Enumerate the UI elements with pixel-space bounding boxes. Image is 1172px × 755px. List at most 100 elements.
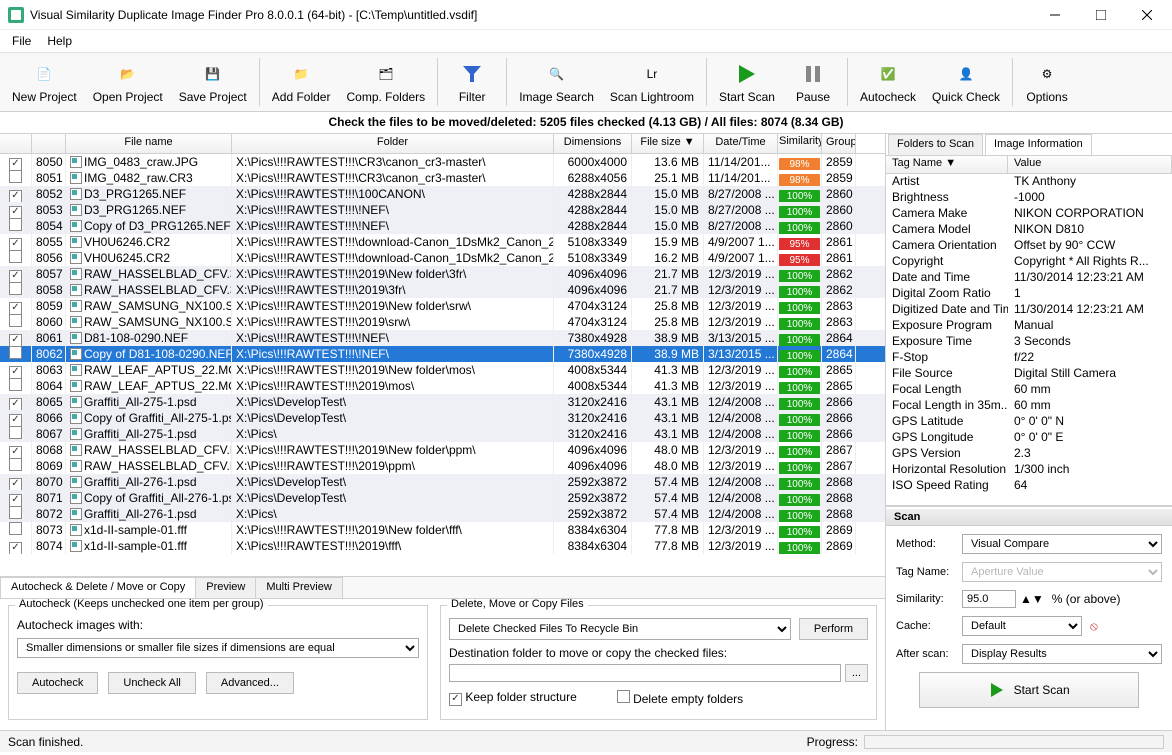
col-header[interactable]: Group: [822, 134, 856, 153]
property-row[interactable]: Date and Time11/30/2014 12:23:21 AM: [886, 270, 1172, 286]
property-row[interactable]: GPS Latitude0° 0' 0" N: [886, 414, 1172, 430]
toolbar-autocheck[interactable]: ✅Autocheck: [852, 54, 924, 110]
table-row[interactable]: ✓8068RAW_HASSELBLAD_CFV.PPMX:\Pics\!!!RA…: [0, 442, 885, 458]
perform-button[interactable]: Perform: [799, 618, 868, 640]
row-checkbox[interactable]: ✓: [9, 398, 22, 410]
grid-body[interactable]: ✓8050IMG_0483_craw.JPGX:\Pics\!!!RAWTEST…: [0, 154, 885, 577]
minimize-button[interactable]: [1032, 0, 1078, 30]
menu-file[interactable]: File: [4, 32, 39, 50]
dest-folder-input[interactable]: [449, 664, 841, 682]
property-row[interactable]: GPS Version2.3: [886, 446, 1172, 462]
scan-cache-select[interactable]: Default: [962, 616, 1082, 636]
table-row[interactable]: ✓8053D3_PRG1265.NEFX:\Pics\!!!RAWTEST!!!…: [0, 202, 885, 218]
table-row[interactable]: ✓8071Copy of Graffiti_All-276-1.psdX:\Pi…: [0, 490, 885, 506]
col-header[interactable]: File size ▼: [632, 134, 704, 153]
scan-similarity-input[interactable]: [962, 590, 1016, 608]
uncheck-all-button[interactable]: Uncheck All: [108, 672, 195, 694]
table-row[interactable]: ✓8057RAW_HASSELBLAD_CFV.3FRX:\Pics\!!!RA…: [0, 266, 885, 282]
table-row[interactable]: 8051IMG_0482_raw.CR3X:\Pics\!!!RAWTEST!!…: [0, 170, 885, 186]
table-row[interactable]: 8060RAW_SAMSUNG_NX100.SRWX:\Pics\!!!RAWT…: [0, 314, 885, 330]
table-row[interactable]: 8067Graffiti_All-275-1.psdX:\Pics\3120x2…: [0, 426, 885, 442]
autocheck-mode-select[interactable]: Smaller dimensions or smaller file sizes…: [17, 638, 419, 658]
table-row[interactable]: ✓8074x1d-II-sample-01.fffX:\Pics\!!!RAWT…: [0, 538, 885, 554]
row-checkbox[interactable]: [9, 218, 22, 231]
toolbar-pause[interactable]: Pause: [783, 54, 843, 110]
menu-help[interactable]: Help: [39, 32, 80, 50]
toolbar-scan-lightroom[interactable]: LrScan Lightroom: [602, 54, 702, 110]
property-row[interactable]: Exposure Time3 Seconds: [886, 334, 1172, 350]
row-checkbox[interactable]: [9, 458, 22, 471]
bottom-tab[interactable]: Autocheck & Delete / Move or Copy: [0, 577, 196, 598]
property-row[interactable]: Camera OrientationOffset by 90° CCW: [886, 238, 1172, 254]
col-header[interactable]: Folder: [232, 134, 554, 153]
table-row[interactable]: ✓8066Copy of Graffiti_All-275-1.psdX:\Pi…: [0, 410, 885, 426]
property-row[interactable]: Exposure ProgramManual: [886, 318, 1172, 334]
autocheck-button[interactable]: Autocheck: [17, 672, 98, 694]
row-checkbox[interactable]: [9, 522, 22, 535]
property-row[interactable]: Focal Length in 35m...60 mm: [886, 398, 1172, 414]
row-checkbox[interactable]: [9, 282, 22, 295]
table-row[interactable]: ✓8065Graffiti_All-275-1.psdX:\Pics\Devel…: [0, 394, 885, 410]
toolbar-open-project[interactable]: 📂Open Project: [85, 54, 171, 110]
keep-structure-checkbox[interactable]: ✓ Keep folder structure: [449, 690, 577, 706]
browse-folder-button[interactable]: ...: [845, 664, 868, 682]
row-checkbox[interactable]: ✓: [9, 302, 22, 314]
col-header[interactable]: [32, 134, 66, 153]
right-tab[interactable]: Folders to Scan: [888, 134, 983, 155]
row-checkbox[interactable]: ✓: [9, 158, 22, 170]
toolbar-add-folder[interactable]: 📁Add Folder: [264, 54, 339, 110]
property-row[interactable]: Brightness-1000: [886, 190, 1172, 206]
toolbar-filter[interactable]: Filter: [442, 54, 502, 110]
row-checkbox[interactable]: ✓: [9, 334, 22, 346]
property-row[interactable]: ISO Speed Rating64: [886, 478, 1172, 494]
table-row[interactable]: 8056VH0U6245.CR2X:\Pics\!!!RAWTEST!!!\do…: [0, 250, 885, 266]
row-checkbox[interactable]: [9, 346, 22, 359]
row-checkbox[interactable]: ✓: [9, 366, 22, 378]
table-row[interactable]: 8062Copy of D81-108-0290.NEFX:\Pics\!!!R…: [0, 346, 885, 362]
col-header[interactable]: Similarity: [778, 134, 822, 153]
toolbar-quick-check[interactable]: 👤Quick Check: [924, 54, 1008, 110]
property-row[interactable]: GPS Longitude0° 0' 0" E: [886, 430, 1172, 446]
bottom-tab[interactable]: Multi Preview: [255, 577, 342, 598]
col-header[interactable]: File name: [66, 134, 232, 153]
property-row[interactable]: Digital Zoom Ratio1: [886, 286, 1172, 302]
property-row[interactable]: CopyrightCopyright * All Rights R...: [886, 254, 1172, 270]
maximize-button[interactable]: [1078, 0, 1124, 30]
table-row[interactable]: ✓8063RAW_LEAF_APTUS_22.MOSX:\Pics\!!!RAW…: [0, 362, 885, 378]
row-checkbox[interactable]: [9, 250, 22, 263]
table-row[interactable]: ✓8050IMG_0483_craw.JPGX:\Pics\!!!RAWTEST…: [0, 154, 885, 170]
table-row[interactable]: 8069RAW_HASSELBLAD_CFV.PPMX:\Pics\!!!RAW…: [0, 458, 885, 474]
table-row[interactable]: 8064RAW_LEAF_APTUS_22.MOSX:\Pics\!!!RAWT…: [0, 378, 885, 394]
property-row[interactable]: Camera ModelNIKON D810: [886, 222, 1172, 238]
toolbar-image-search[interactable]: 🔍Image Search: [511, 54, 602, 110]
table-row[interactable]: ✓8052D3_PRG1265.NEFX:\Pics\!!!RAWTEST!!!…: [0, 186, 885, 202]
col-header[interactable]: Dimensions: [554, 134, 632, 153]
table-row[interactable]: 8054Copy of D3_PRG1265.NEFX:\Pics\!!!RAW…: [0, 218, 885, 234]
property-row[interactable]: Digitized Date and Time11/30/2014 12:23:…: [886, 302, 1172, 318]
bottom-tab[interactable]: Preview: [195, 577, 256, 598]
property-row[interactable]: File SourceDigital Still Camera: [886, 366, 1172, 382]
property-row[interactable]: ArtistTK Anthony: [886, 174, 1172, 190]
property-row[interactable]: Horizontal Resolution1/300 inch: [886, 462, 1172, 478]
property-row[interactable]: F-Stopf/22: [886, 350, 1172, 366]
toolbar-new-project[interactable]: 📄New Project: [4, 54, 85, 110]
table-row[interactable]: 8058RAW_HASSELBLAD_CFV.3FRX:\Pics\!!!RAW…: [0, 282, 885, 298]
toolbar-start-scan[interactable]: Start Scan: [711, 54, 783, 110]
table-row[interactable]: 8073x1d-II-sample-01.fffX:\Pics\!!!RAWTE…: [0, 522, 885, 538]
property-row[interactable]: Focal Length60 mm: [886, 382, 1172, 398]
clear-cache-icon[interactable]: ⦸: [1090, 619, 1098, 634]
right-tab[interactable]: Image Information: [985, 134, 1092, 155]
after-scan-select[interactable]: Display Results: [962, 644, 1162, 664]
property-row[interactable]: Camera MakeNIKON CORPORATION: [886, 206, 1172, 222]
delete-action-select[interactable]: Delete Checked Files To Recycle Bin: [449, 618, 791, 640]
row-checkbox[interactable]: [9, 170, 22, 183]
row-checkbox[interactable]: ✓: [9, 190, 22, 202]
row-checkbox[interactable]: ✓: [9, 414, 22, 426]
toolbar-options[interactable]: ⚙Options: [1017, 54, 1077, 110]
row-checkbox[interactable]: ✓: [9, 206, 22, 218]
row-checkbox[interactable]: ✓: [9, 494, 22, 506]
row-checkbox[interactable]: [9, 314, 22, 327]
advanced-button[interactable]: Advanced...: [206, 672, 294, 694]
row-checkbox[interactable]: ✓: [9, 270, 22, 282]
col-header[interactable]: [0, 134, 32, 153]
